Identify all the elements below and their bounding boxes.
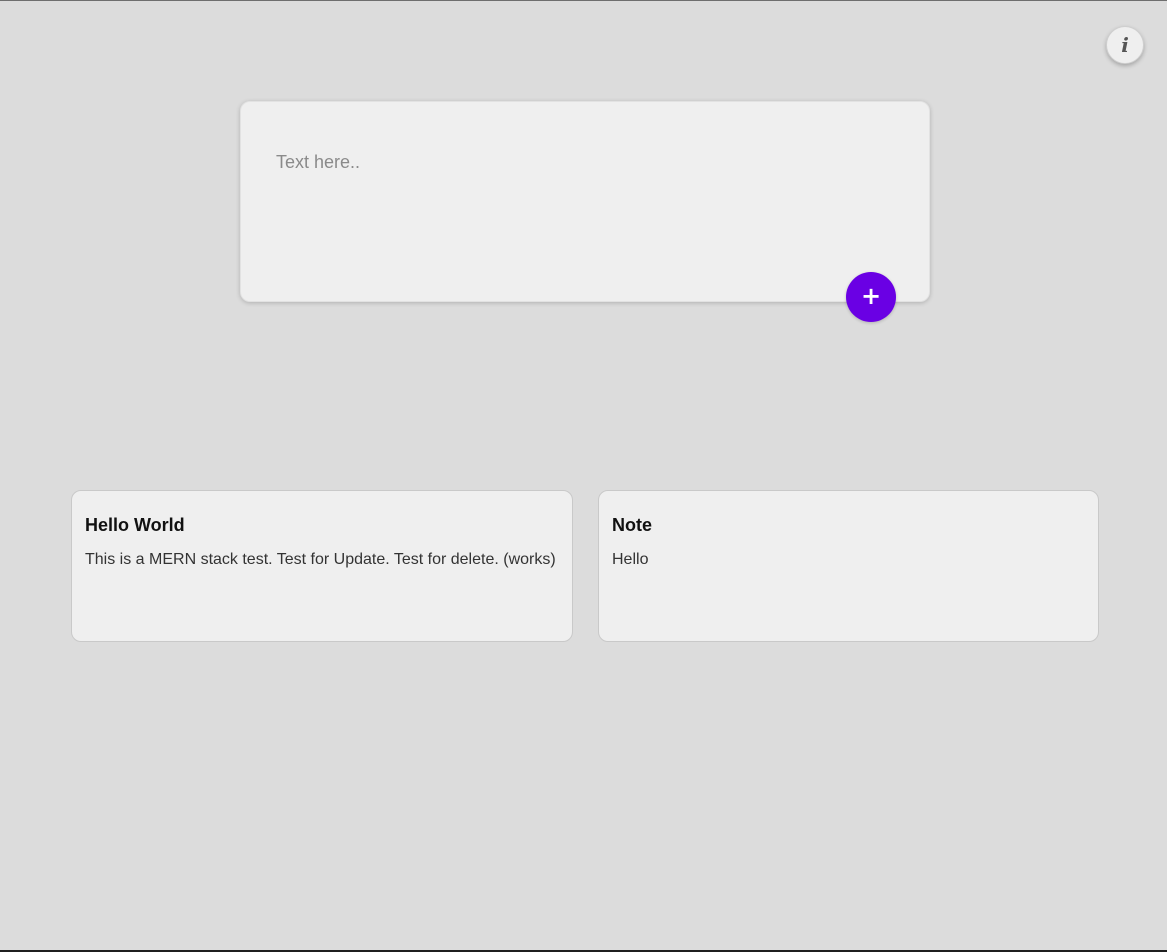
note-text-input[interactable] (276, 152, 896, 272)
notes-list: Hello World This is a MERN stack test. T… (71, 490, 1099, 642)
plus-icon: + (860, 282, 882, 310)
info-icon: i (1121, 33, 1129, 57)
add-note-button[interactable]: + (846, 272, 896, 322)
note-composer (240, 101, 930, 302)
info-button[interactable]: i (1106, 26, 1144, 64)
note-body: This is a MERN stack test. Test for Upda… (85, 550, 556, 568)
note-title: Hello World (85, 515, 185, 535)
note-card[interactable]: Note Hello (598, 490, 1099, 642)
note-title: Note (612, 515, 652, 535)
note-card[interactable]: Hello World This is a MERN stack test. T… (71, 490, 573, 642)
note-body: Hello (612, 550, 649, 568)
